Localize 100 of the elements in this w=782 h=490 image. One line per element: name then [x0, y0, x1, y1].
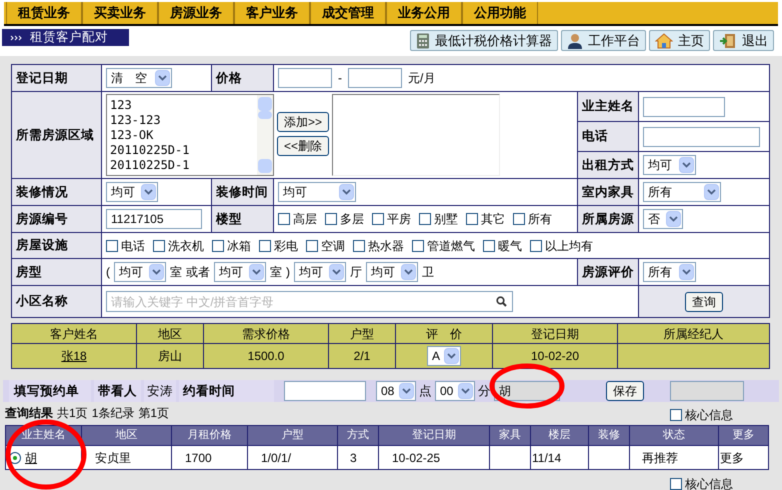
chevron-down-icon [461, 388, 470, 394]
max-price-field[interactable] [348, 68, 402, 88]
table-cell: 3 [338, 446, 378, 470]
checkbox[interactable] [530, 240, 542, 252]
checkbox-label: 以上均有 [545, 238, 593, 254]
checkbox-label: 别墅 [434, 211, 458, 228]
checkbox[interactable] [353, 240, 365, 252]
menu-item[interactable]: 租赁业务 [6, 2, 82, 24]
field-label: 小区名称 [12, 286, 102, 318]
query-button[interactable]: 查询 [685, 292, 723, 312]
checkbox[interactable] [153, 240, 165, 252]
checkbox[interactable] [106, 240, 118, 252]
save-button[interactable]: 保存 [606, 381, 644, 401]
chevron-down-icon [158, 75, 167, 81]
table-cell: 房山 [136, 344, 204, 368]
user-icon [567, 32, 583, 48]
table-cell: 10-02-25 [378, 446, 490, 470]
toolbar-button[interactable]: 最低计税价格计算器 [410, 30, 558, 51]
list-option[interactable]: 123-123 [110, 113, 257, 128]
table-cell: 11/14 [530, 446, 588, 470]
chevron-down-icon [669, 216, 678, 222]
page-title: 租赁客户配对 [30, 29, 108, 46]
search-field[interactable]: 请输入关键字 中文/拼音首字母 [106, 291, 513, 312]
chevron-down-icon [404, 269, 413, 275]
table-cell: 再推荐 [630, 446, 718, 470]
owner-link[interactable]: 胡 [25, 448, 37, 466]
checkbox[interactable] [306, 240, 318, 252]
date-field[interactable] [284, 381, 366, 401]
checkbox-label: 管道燃气 [427, 238, 475, 254]
toolbar-button[interactable]: 主页 [649, 30, 710, 51]
menu-item[interactable]: 业务公用 [386, 2, 462, 24]
checkbox[interactable] [513, 213, 525, 225]
toolbar-button[interactable]: 退出 [713, 30, 774, 51]
checkbox[interactable] [278, 213, 290, 225]
home-icon [655, 32, 673, 48]
menu-item[interactable]: 买卖业务 [82, 2, 158, 24]
room-type-text: ( [106, 264, 110, 281]
rating-dropdown[interactable]: A [427, 346, 461, 366]
checkbox[interactable] [419, 213, 431, 225]
column-header: 登记日期 [492, 324, 618, 344]
table-cell: 1/0/1/ [248, 446, 338, 470]
list-option[interactable]: 20110225D-1 [110, 143, 257, 158]
checkbox[interactable] [412, 240, 424, 252]
column-header: 登记日期 [378, 426, 490, 446]
min-price-field[interactable] [278, 68, 332, 88]
room-type-text: 室 [270, 264, 282, 281]
table-cell: 更多 [718, 446, 768, 470]
add-button[interactable]: 添加>> [277, 112, 330, 132]
phone-field[interactable] [643, 126, 760, 146]
remove-button[interactable]: <<删除 [277, 136, 330, 156]
customer-link[interactable]: 张18 [61, 349, 87, 363]
menu-item[interactable]: 成交管理 [310, 2, 386, 24]
checkbox[interactable] [483, 240, 495, 252]
column-header: 户型 [248, 426, 338, 446]
dropdown[interactable]: 均可 [366, 262, 418, 282]
dropdown[interactable]: 否 [643, 209, 683, 229]
checkbox[interactable] [372, 213, 384, 225]
list-option[interactable]: 123-OK [110, 128, 257, 143]
record-count: 1条纪录 [92, 405, 134, 422]
checkbox[interactable] [212, 240, 224, 252]
dropdown[interactable]: 所有 [643, 262, 696, 282]
viewer-label: 带看人 [94, 380, 141, 402]
room-type-text: 卫 [422, 264, 434, 281]
dropdown[interactable]: 均可 [294, 262, 346, 282]
checkbox[interactable] [670, 409, 682, 421]
menu-item[interactable]: 公用功能 [462, 2, 538, 24]
chevron-down-icon [402, 388, 411, 394]
chevron-down-icon [144, 189, 153, 195]
list-option[interactable]: 123 [110, 98, 257, 113]
unit-label: 元/月 [408, 70, 436, 87]
checkbox-label: 平房 [387, 211, 411, 228]
dropdown[interactable]: 均可 [278, 182, 356, 202]
room-type-text: 室 [170, 264, 182, 281]
dropdown[interactable]: 所有 [643, 182, 721, 202]
minute-dropdown[interactable]: 00 [435, 381, 475, 401]
table-cell: 1500.0 [204, 344, 328, 368]
table-cell: 1700 [172, 446, 248, 470]
dropdown[interactable]: 均可 [643, 155, 696, 175]
field-label: 出租方式 [578, 152, 638, 178]
dropdown[interactable]: 均可 [106, 182, 158, 202]
district-listbox[interactable]: 123 123-123 123-OK 20110225D-1 20110225D-1 [106, 94, 274, 176]
checkbox[interactable] [325, 213, 337, 225]
extra-field[interactable] [670, 381, 744, 401]
dropdown[interactable]: 均可 [214, 262, 266, 282]
scrollbar[interactable] [257, 95, 273, 175]
chevron-down-icon [152, 269, 161, 275]
toolbar-button[interactable]: 工作平台 [561, 30, 646, 51]
menu-item[interactable]: 客户业务 [234, 2, 310, 24]
hour-dropdown[interactable]: 08 [376, 381, 416, 401]
dropdown[interactable]: 清 空 [106, 68, 172, 88]
owner-name-field[interactable] [643, 96, 725, 116]
menu-item[interactable]: 房源业务 [158, 2, 234, 24]
checkbox[interactable] [259, 240, 271, 252]
source-number-field[interactable]: 11217105 [106, 209, 202, 229]
checkbox-label: 洗衣机 [168, 238, 204, 254]
list-option[interactable]: 20110225D-1 [110, 158, 257, 173]
field-label: 装修时间 [212, 178, 274, 206]
checkbox[interactable] [466, 213, 478, 225]
checkbox[interactable] [670, 478, 682, 490]
dropdown[interactable]: 均可 [114, 262, 166, 282]
